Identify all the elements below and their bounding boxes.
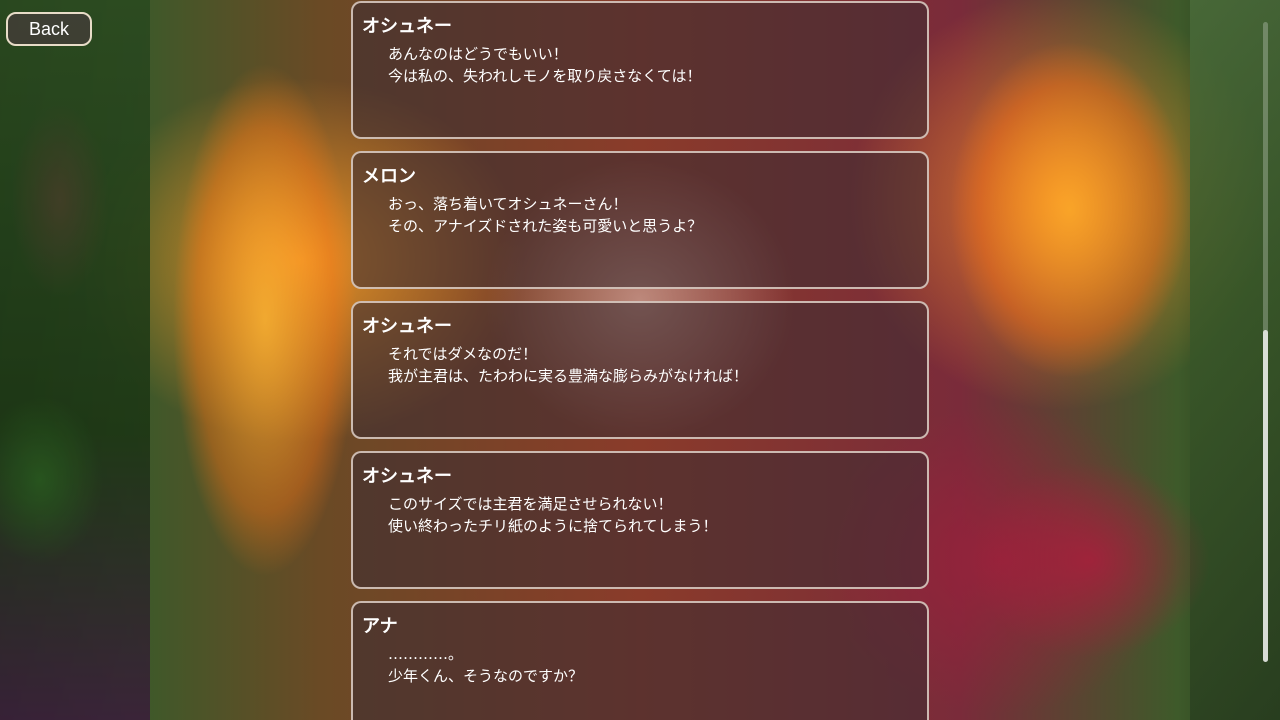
dialogue-line: その、アナイズドされた姿も可愛いと思うよ？ — [388, 217, 703, 235]
dialogue-line: このサイズでは主君を満足させられない！ — [388, 495, 673, 513]
dialogue-line: 今は私の、失われしモノを取り戻さなくては！ — [388, 67, 702, 85]
speaker-name: オシュネー — [362, 16, 452, 37]
speaker-name: アナ — [362, 616, 398, 637]
speaker-name: メロン — [362, 166, 416, 187]
dialogue-log[interactable]: オシュネー あんなのはどうでもいい！ 今は私の、失われしモノを取り戻さなくては！… — [351, 1, 929, 720]
dialogue-line: 少年くん、そうなのですか？ — [388, 667, 584, 685]
dialogue-line: おっ、落ち着いてオシュネーさん！ — [388, 195, 628, 213]
log-scrollbar-thumb[interactable] — [1263, 330, 1268, 662]
character-wing-right — [920, 0, 1220, 420]
dialogue-entry: メロン おっ、落ち着いてオシュネーさん！ その、アナイズドされた姿も可愛いと思う… — [351, 151, 929, 289]
character-sash — [930, 430, 1250, 690]
dialogue-line: 使い終わったチリ紙のように捨てられてしまう！ — [388, 517, 718, 535]
dialogue-line: …………。 — [388, 645, 464, 663]
dialogue-entry: オシュネー それではダメなのだ！ 我が主君は、たわわに実る豊満な膨らみがなければ… — [351, 301, 929, 439]
forest-background-left — [0, 0, 150, 720]
dialogue-line: 我が主君は、たわわに実る豊満な膨らみがなければ！ — [388, 367, 749, 385]
speaker-name: オシュネー — [362, 466, 452, 487]
character-wing-left — [150, 0, 380, 640]
speaker-name: オシュネー — [362, 316, 452, 337]
dialogue-entry: オシュネー このサイズでは主君を満足させられない！ 使い終わったチリ紙のように捨… — [351, 451, 929, 589]
dialogue-entry: アナ …………。 少年くん、そうなのですか？ — [351, 601, 929, 720]
back-button[interactable]: Back — [6, 12, 92, 46]
dialogue-line: それではダメなのだ！ — [388, 345, 538, 363]
game-screen: Back オシュネー あんなのはどうでもいい！ 今は私の、失われしモノを取り戻さ… — [0, 0, 1280, 720]
dialogue-line: あんなのはどうでもいい！ — [388, 45, 568, 63]
dialogue-entry: オシュネー あんなのはどうでもいい！ 今は私の、失われしモノを取り戻さなくては！ — [351, 1, 929, 139]
